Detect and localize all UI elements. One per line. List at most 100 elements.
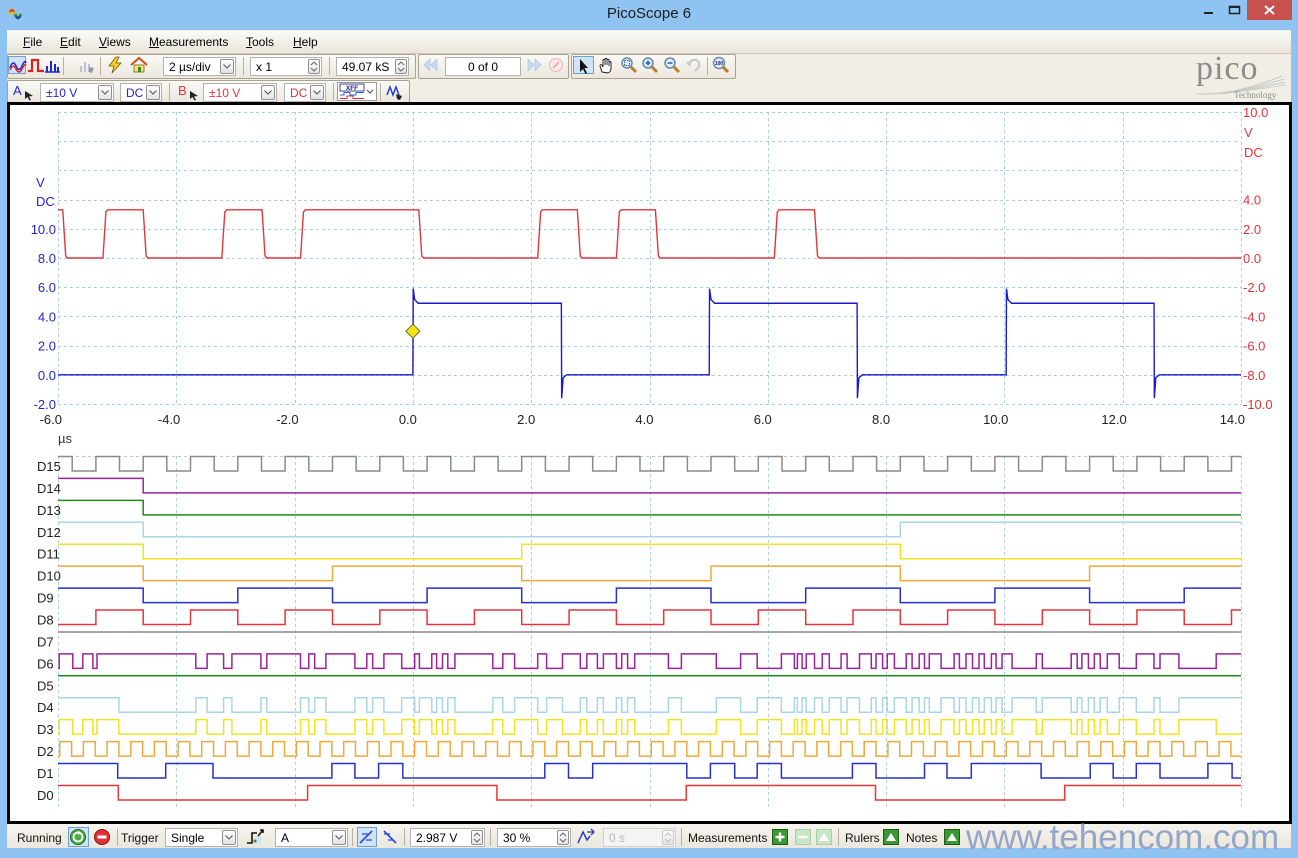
auto-setup-icon [108,56,122,74]
timebase-dropdown-arrow[interactable] [220,59,234,74]
channel-a-coupling-dropdown[interactable]: DC [120,83,162,102]
notes-label: Notes [906,831,938,845]
stop-button[interactable] [93,828,111,846]
zoom-area-button[interactable] [620,56,638,74]
trigger-mode-arrow[interactable] [222,830,236,845]
channel-a-coupling-arrow[interactable] [146,85,160,100]
timebase-dropdown[interactable]: 2 µs/div [163,57,236,76]
spectrum-mode-icon [45,61,60,73]
y-axis-unit-channel-b: V [1244,125,1253,140]
y-tick-label-channel-a: 4.0 [38,309,56,324]
chevron-down-icon [149,90,157,95]
zoom-in-button[interactable] [641,56,659,74]
zoom-factor-spinner[interactable]: x 1 [250,57,322,76]
falling-edge-icon [383,830,397,844]
trigger-mode-dropdown[interactable]: Single [165,828,238,847]
scope-view[interactable]: -6.0 -4.0 -2.0 0.0 2.0 4.0 6.0 8.0 10.0 12.0 14.0 µ… [7,102,1292,824]
delay-spin-buttons[interactable] [662,830,674,845]
trigger-source-dropdown[interactable]: A [275,828,348,847]
minimize-button[interactable] [1196,0,1222,20]
oscilloscope-chart[interactable]: -6.0 -4.0 -2.0 0.0 2.0 4.0 6.0 8.0 10.0 12.0 14.0 µ… [10,105,1289,821]
pointer-tool-button[interactable] [573,56,594,74]
y-tick-label-channel-a: 10.0 [31,222,56,237]
channel-b-range-arrow[interactable] [261,85,275,100]
channel-b-range-dropdown[interactable]: ±10 V [203,83,277,102]
add-measurement-button[interactable] [772,829,788,845]
trace-channel-b [58,209,1241,259]
buffer-back-button[interactable] [421,56,439,74]
pre-trigger-spin-buttons[interactable] [557,830,569,845]
start-button[interactable] [68,827,89,847]
close-button[interactable] [1247,0,1292,20]
edit-measurement-button[interactable] [795,829,811,845]
digital-channel-label: D5 [37,678,54,693]
digital-trace-d9 [58,587,1241,604]
channel-a-range-dropdown[interactable]: ±10 V [40,83,114,102]
menu-help[interactable]: Help [293,35,318,49]
svg-text:XFF: XFF [346,85,358,92]
digital-channel-label: D0 [37,788,54,803]
x-tick-label: 14.0 [1220,412,1245,427]
digital-trace-d1 [58,762,1241,779]
serial-decoding-icon [80,62,94,73]
measurement-options-button[interactable] [816,829,832,845]
x-tick-label: -2.0 [276,412,298,427]
digital-trace-d4 [58,696,1241,713]
zoom-factor-spin-buttons[interactable] [308,59,320,74]
digital-trace-d8 [58,609,1241,626]
digital-channel-label: D10 [37,569,61,584]
default-setup-button[interactable] [130,56,148,74]
minimize-icon [1204,12,1213,14]
auto-setup-button[interactable] [106,56,124,74]
channel-a-coupling-value: DC [126,86,144,100]
menu-file[interactable]: File [23,35,42,49]
spectrum-mode-button[interactable] [43,56,61,74]
status-separator [352,828,353,846]
status-separator [490,828,491,846]
channel-a-range-arrow[interactable] [98,85,112,100]
channel-b-coupling-arrow[interactable] [310,85,324,100]
menu-measurements[interactable]: Measurements [149,35,228,49]
watermark: www.tehencom.com [966,818,1280,857]
rising-edge-button[interactable] [357,827,377,847]
samples-spin-buttons[interactable] [395,59,407,74]
y-tick-label-channel-a: 6.0 [38,280,56,295]
buffer-navigator-button[interactable] [547,56,565,74]
notes-toggle-button[interactable] [944,829,960,845]
zoom-out-button[interactable] [663,56,681,74]
x-axis-unit-label: µs [58,431,72,446]
threshold-spin-buttons[interactable] [471,830,483,845]
hand-tool-button[interactable] [597,56,615,74]
post-trigger-delay-spinner[interactable]: 0 s [603,828,676,847]
channel-b-range-value: ±10 V [209,86,241,100]
post-trigger-delay-button[interactable] [577,828,595,846]
serial-decoding-button[interactable] [78,56,96,74]
channel-a-button[interactable]: A [11,83,36,101]
trigger-threshold-spinner[interactable]: 2.987 V [410,828,485,847]
channel-b-coupling-dropdown[interactable]: DC [284,83,326,102]
trigger-source-arrow[interactable] [332,830,346,845]
menu-views[interactable]: Views [99,35,131,49]
menu-tools[interactable]: Tools [246,35,274,49]
undo-zoom-button[interactable] [685,56,703,74]
samples-spinner[interactable]: 49.07 kS [336,57,409,76]
channel-b-button[interactable]: B [176,83,201,101]
maximize-button[interactable] [1222,0,1247,20]
menu-edit[interactable]: Edit [60,35,81,49]
rulers-toggle-button[interactable] [883,829,899,845]
falling-edge-button[interactable] [380,828,398,846]
digital-channels-button[interactable]: XFF [337,82,377,101]
digital-trace-d14 [58,477,1241,494]
zoom-to-fit-button[interactable]: 100 [712,56,730,74]
pre-trigger-spinner[interactable]: 30 % [497,828,571,847]
buffer-forward-button[interactable] [526,56,544,74]
scope-mode-button[interactable] [8,56,27,74]
trigger-label: Trigger [121,831,159,845]
post-trigger-delay-icon [577,828,595,844]
measurements-label: Measurements [688,831,768,845]
buffer-position-field[interactable]: 0 of 0 [445,57,521,76]
digital-trace-d11 [58,543,1241,560]
advanced-trigger-button[interactable] [246,828,264,846]
math-channels-button[interactable] [386,83,404,101]
x-tick-label: 4.0 [635,412,653,427]
